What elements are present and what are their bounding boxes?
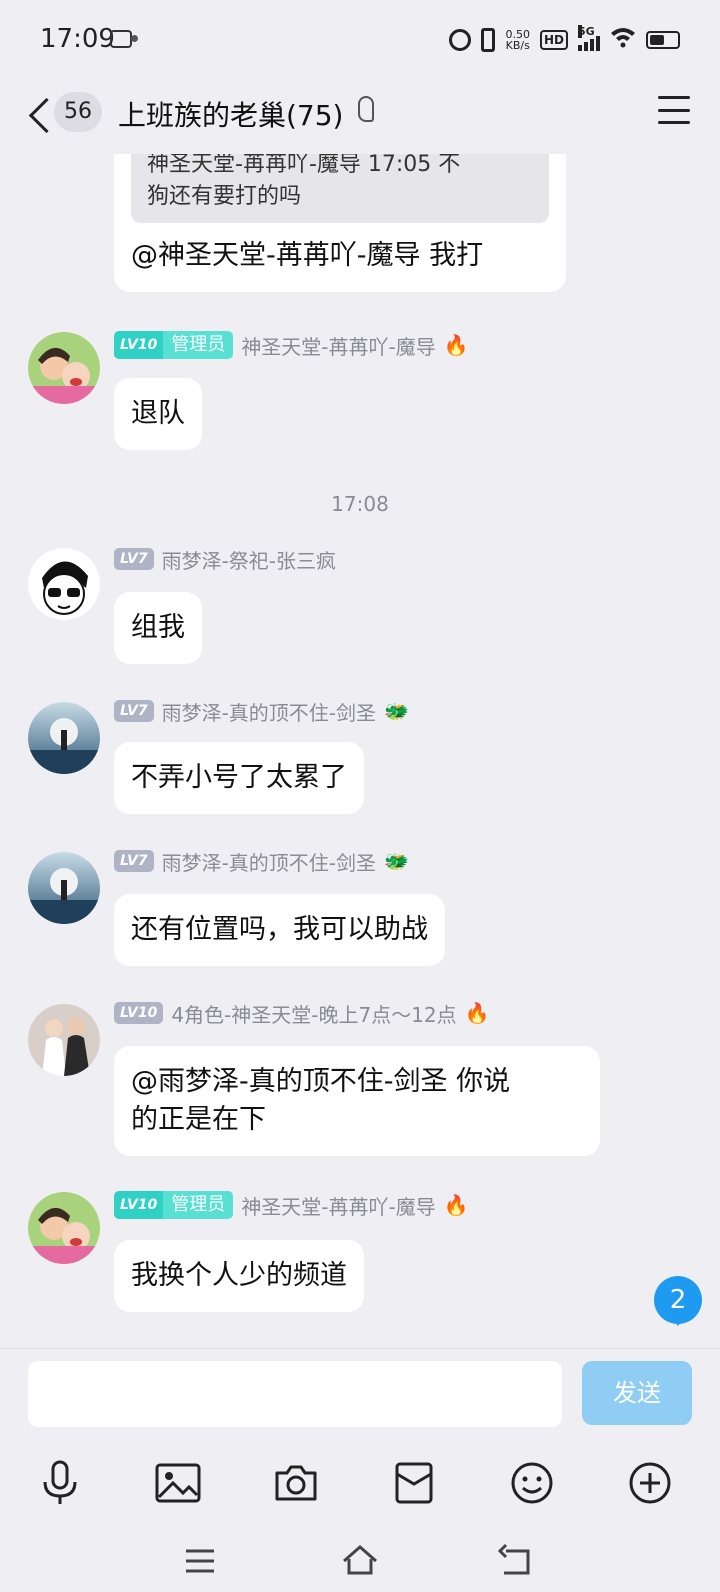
plus-icon[interactable] [620, 1455, 680, 1511]
message-text: 不弄小号了太累了 [131, 762, 347, 793]
message-text: 还有位置吗，我可以助战 [131, 914, 428, 945]
message-input[interactable] [28, 1361, 562, 1427]
message-bubble[interactable]: 还有位置吗，我可以助战 [114, 894, 445, 966]
sender-name[interactable]: 4角色-神圣天堂-晚上7点～12点 [171, 999, 456, 1028]
level-badge: LV10 [114, 1002, 164, 1024]
red-packet-icon[interactable] [384, 1455, 444, 1511]
camera-icon[interactable] [266, 1455, 326, 1511]
sender-name[interactable]: 雨梦泽-真的顶不住-剑圣 [162, 697, 376, 726]
message-text: @神圣天堂-苒苒吖-魔导 我打 [131, 240, 484, 271]
sender-meta: LV7 雨梦泽-真的顶不住-剑圣 🐲 [114, 697, 409, 725]
sender-name[interactable]: 雨梦泽-祭祀-张三疯 [162, 545, 336, 574]
avatar[interactable] [28, 548, 100, 620]
message-bubble[interactable]: 我换个人少的频道 [114, 1240, 364, 1312]
earpiece-icon [358, 96, 374, 122]
dragon-icon: 🐲 [384, 849, 409, 873]
admin-badge: 管理员 [163, 1191, 234, 1219]
voice-icon[interactable] [30, 1455, 90, 1511]
unread-count-badge[interactable]: 56 [54, 92, 102, 132]
avatar[interactable] [28, 702, 100, 774]
message-bubble[interactable]: 不弄小号了太累了 [114, 742, 364, 814]
message-text: @雨梦泽-真的顶不住-剑圣 你说 [131, 1066, 511, 1097]
sender-meta: LV10 4角色-神圣天堂-晚上7点～12点 🔥 [114, 999, 490, 1027]
sender-name[interactable]: 雨梦泽-真的顶不住-剑圣 [162, 847, 376, 876]
sender-meta: LV7 雨梦泽-真的顶不住-剑圣 🐲 [114, 847, 409, 875]
fire-icon: 🔥 [464, 1001, 490, 1025]
message-bubble[interactable]: 退队 [114, 378, 202, 450]
dragon-icon: 🐲 [384, 699, 409, 723]
recents-nav-icon[interactable] [180, 1543, 220, 1579]
level-badge: LV10 [114, 331, 164, 359]
image-icon[interactable] [148, 1455, 208, 1511]
new-messages-badge[interactable]: 2 [654, 1276, 702, 1326]
sender-meta: LV10 管理员 神圣天堂-苒苒吖-魔导 🔥 [114, 1191, 469, 1219]
level-badge: LV7 [114, 850, 154, 872]
sender-meta: LV10 管理员 神圣天堂-苒苒吖-魔导 🔥 [114, 331, 469, 359]
input-bar: 发送 [0, 1348, 720, 1592]
sender-meta: LV7 雨梦泽-祭祀-张三疯 [114, 545, 336, 573]
home-nav-icon[interactable] [340, 1543, 380, 1579]
message-text: 我换个人少的频道 [131, 1260, 347, 1291]
toolbar [0, 1455, 720, 1515]
fire-icon: 🔥 [443, 1193, 469, 1217]
menu-icon[interactable] [658, 96, 690, 124]
avatar[interactable] [28, 332, 100, 404]
avatar[interactable] [28, 1004, 100, 1076]
message-text: 退队 [131, 398, 185, 429]
admin-badge: 管理员 [163, 331, 234, 359]
back-nav-icon[interactable] [497, 1543, 538, 1579]
back-icon[interactable] [26, 90, 54, 140]
message-text: 的正是在下 [131, 1104, 266, 1135]
send-button[interactable]: 发送 [582, 1361, 692, 1425]
admin-level-badge: LV10 管理员 [114, 331, 234, 359]
message-text: 组我 [131, 612, 185, 643]
quote-line: 狗还有要打的吗 [147, 184, 302, 209]
sender-name[interactable]: 神圣天堂-苒苒吖-魔导 [241, 1191, 435, 1220]
level-badge: LV7 [114, 700, 154, 722]
avatar[interactable] [28, 1192, 100, 1264]
fire-icon: 🔥 [443, 333, 469, 357]
system-nav-bar [0, 1531, 720, 1592]
chat-title[interactable]: 上班族的老巢(75) [118, 94, 343, 134]
sender-name[interactable]: 神圣天堂-苒苒吖-魔导 [241, 331, 435, 360]
chat-header: 56 上班族的老巢(75) [0, 78, 720, 154]
avatar[interactable] [28, 852, 100, 924]
message-bubble[interactable]: @雨梦泽-真的顶不住-剑圣 你说 的正是在下 [114, 1046, 600, 1156]
message-bubble[interactable]: 组我 [114, 592, 202, 664]
emoji-icon[interactable] [502, 1455, 562, 1511]
level-badge: LV10 [114, 1191, 164, 1219]
level-badge: LV7 [114, 548, 154, 570]
message-list[interactable]: 神圣天堂-苒苒吖-魔导 17:05 不 狗还有要打的吗 @神圣天堂-苒苒吖-魔导… [0, 0, 720, 1330]
admin-level-badge: LV10 管理员 [114, 1191, 234, 1219]
time-divider: 17:08 [331, 492, 389, 516]
